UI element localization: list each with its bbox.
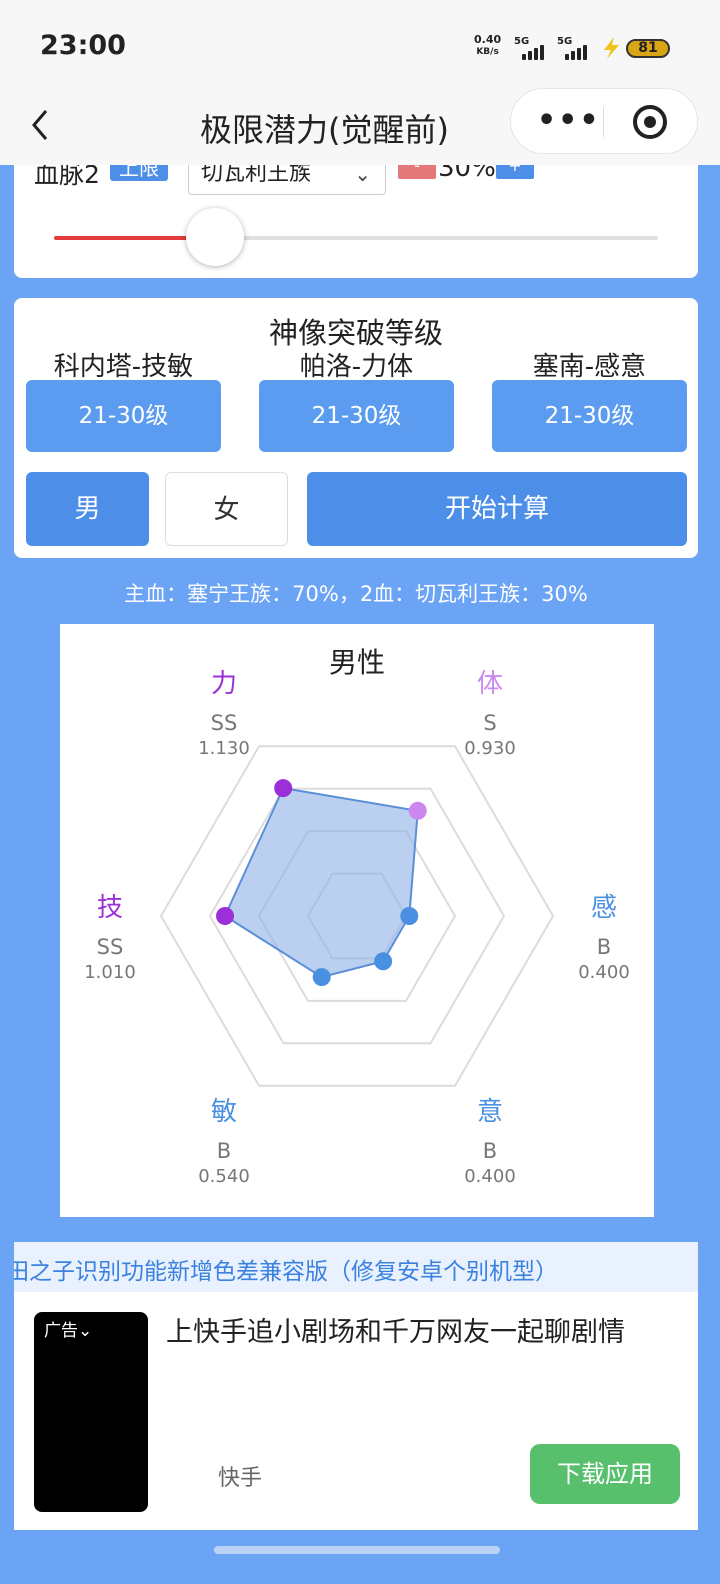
axis-name: 敏 — [211, 1097, 237, 1127]
sim1-label: 5G — [514, 36, 530, 47]
statue-level-button-3[interactable]: 21-30级 — [492, 380, 687, 452]
axis-name: 感 — [591, 893, 617, 923]
axis-value: 0.930 — [464, 738, 516, 759]
mini-program-capsule: ••• — [510, 88, 698, 154]
axis-name: 技 — [97, 893, 123, 923]
chevron-left-icon[interactable] — [28, 105, 52, 145]
axis-value: 1.010 — [84, 962, 136, 983]
axis-name: 力 — [211, 669, 237, 699]
female-button[interactable]: 女 — [165, 472, 288, 546]
axis-grade: B — [597, 935, 611, 959]
axis-grade: S — [483, 711, 496, 735]
network-speed-unit: KB/s — [476, 47, 499, 57]
ad-tag[interactable]: 广告⌄ — [44, 1316, 92, 1341]
status-time: 23:00 — [40, 30, 126, 61]
axis-grade: SS — [97, 935, 124, 959]
sim2-label: 5G — [557, 36, 573, 47]
bloodline-card: 血脉2 上限 切瓦利王族 ⌄ - 30% + — [14, 165, 698, 278]
percent-minus-button[interactable]: - — [398, 165, 436, 179]
axis-value: 0.400 — [578, 962, 630, 983]
page-title: 极限潜力(觉醒前) — [200, 111, 449, 149]
statue-breakthrough-card: 神像突破等级 科内塔-技敏 帕洛-力体 塞南-感意 21-30级 21-30级 … — [14, 298, 698, 558]
network-speed: 0.40 KB/s — [474, 34, 501, 58]
statue-label-2: 帕洛-力体 — [299, 352, 414, 382]
data-point — [374, 952, 393, 971]
ad-brand: 快手 — [218, 1466, 263, 1491]
home-indicator — [214, 1546, 500, 1554]
status-bar: 23:00 0.40 KB/s 5G 5G 81 — [0, 0, 720, 95]
radar-chart-card: 男性力 SS 1.130 体 S 0.930 感 B 0.400 意 B 0.400 敏 B 0.540 技 S… — [60, 624, 654, 1217]
axis-grade: SS — [211, 711, 238, 735]
data-point — [274, 779, 293, 798]
data-point — [312, 968, 331, 987]
notice-banner[interactable]: 田之子识别功能新增色差兼容版（修复安卓个别机型） — [14, 1242, 698, 1292]
download-app-button[interactable]: 下载应用 — [530, 1444, 680, 1504]
axis-grade: B — [217, 1139, 231, 1163]
data-point — [400, 907, 419, 925]
signal-icon: 5G — [557, 36, 597, 60]
ad-image[interactable]: 广告⌄ — [34, 1312, 148, 1512]
charging-bolt-icon — [604, 37, 619, 59]
ad-text[interactable]: 上快手追小剧场和千万网友一起聊剧情 — [166, 1314, 676, 1352]
data-area — [223, 786, 419, 979]
percent-plus-button[interactable]: + — [496, 165, 534, 179]
limit-tag-button[interactable]: 上限 — [110, 165, 168, 181]
bloodline-select-value: 切瓦利王族 — [201, 165, 312, 186]
axis-value: 0.400 — [464, 1166, 516, 1187]
statue-label-3: 塞南-感意 — [532, 352, 647, 382]
more-dots-icon[interactable]: ••• — [537, 106, 601, 136]
capsule-divider — [603, 107, 604, 137]
axis-value: 0.540 — [198, 1166, 250, 1187]
statue-level-button-2[interactable]: 21-30级 — [259, 380, 454, 452]
bloodline-summary: 主血：塞宁王族：70%，2血：切瓦利王族：30% — [124, 582, 588, 606]
bloodline-label: 血脉2 — [34, 165, 100, 189]
signal-icon: 5G — [514, 36, 554, 60]
ad-card[interactable]: 广告⌄ 上快手追小剧场和千万网友一起聊剧情 快手 下载应用 — [14, 1292, 698, 1530]
radar-chart: 男性力SS1.130体S0.930感B0.400意B0.400敏B0.540技S… — [84, 646, 630, 1187]
statue-label-1: 科内塔-技敏 — [53, 352, 194, 382]
percent-value: 30% — [438, 165, 496, 183]
battery-icon: 81 — [626, 39, 670, 58]
target-circle-icon[interactable] — [633, 105, 667, 139]
bloodline-select[interactable]: 切瓦利王族 ⌄ — [188, 165, 386, 195]
percent-slider[interactable] — [54, 208, 658, 266]
ad-tag-label: 广告 — [44, 1321, 78, 1341]
slider-handle[interactable] — [186, 208, 245, 266]
data-point — [216, 907, 235, 925]
axis-grade: B — [483, 1139, 497, 1163]
data-point — [408, 801, 427, 820]
axis-name: 意 — [477, 1097, 503, 1127]
start-calculate-button[interactable]: 开始计算 — [307, 472, 687, 546]
axis-name: 体 — [477, 669, 503, 699]
network-speed-value: 0.40 — [474, 33, 502, 46]
male-button[interactable]: 男 — [26, 472, 149, 546]
axis-value: 1.130 — [198, 738, 250, 759]
notice-text: 田之子识别功能新增色差兼容版（修复安卓个别机型） — [14, 1259, 558, 1285]
chevron-down-icon: ⌄ — [354, 165, 371, 186]
chart-title: 男性 — [329, 646, 385, 679]
statue-level-button-1[interactable]: 21-30级 — [26, 380, 221, 452]
